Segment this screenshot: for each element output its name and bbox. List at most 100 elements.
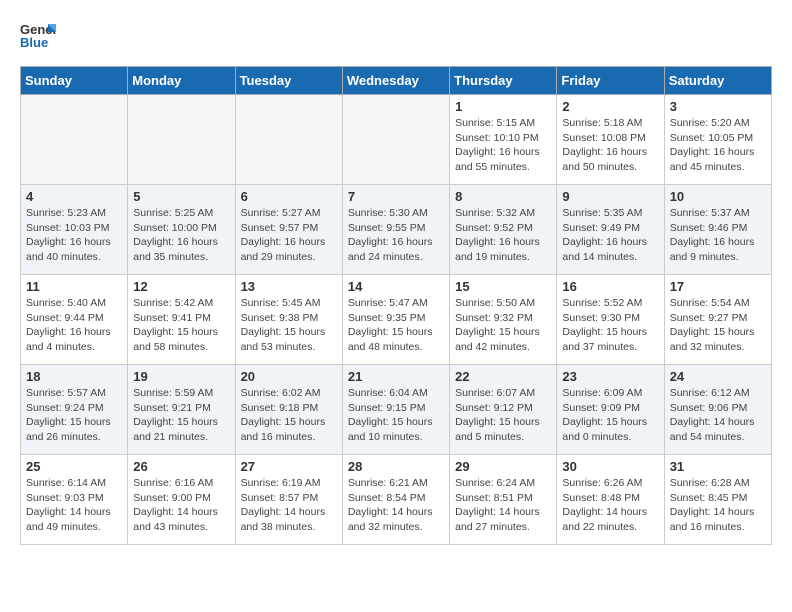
calendar-cell <box>128 95 235 185</box>
calendar-cell: 21Sunrise: 6:04 AM Sunset: 9:15 PM Dayli… <box>342 365 449 455</box>
day-info: Sunrise: 5:42 AM Sunset: 9:41 PM Dayligh… <box>133 296 229 355</box>
week-row-5: 25 Sunrise: 6:14 AM Sunset: 9:03 PM Dayli… <box>21 455 772 545</box>
day-info: Sunrise: 6:02 AM Sunset: 9:18 PM Dayligh… <box>241 386 337 445</box>
day-number: 14 <box>348 279 444 294</box>
calendar-cell: 28 Sunrise: 6:21 AM Sunset: 8:54 PM Dayli… <box>342 455 449 545</box>
weekday-header-saturday: Saturday <box>664 67 771 95</box>
calendar-cell: 2 Sunrise: 5:18 AM Sunset: 10:08 PM Dayli… <box>557 95 664 185</box>
day-number: 2 <box>562 99 658 114</box>
day-info: Sunrise: 5:50 AM Sunset: 9:32 PM Dayligh… <box>455 296 551 355</box>
day-number: 8 <box>455 189 551 204</box>
calendar-cell: 6 Sunrise: 5:27 AM Sunset: 9:57 PM Daylig… <box>235 185 342 275</box>
day-info: Sunrise: 6:26 AM Sunset: 8:48 PM Dayligh… <box>562 476 658 535</box>
day-number: 3 <box>670 99 766 114</box>
day-info: Sunrise: 5:15 AM Sunset: 10:10 PM Daylig… <box>455 116 551 175</box>
day-number: 23 <box>562 369 658 384</box>
calendar-cell: 5 Sunrise: 5:25 AM Sunset: 10:00 PM Dayli… <box>128 185 235 275</box>
day-number: 19 <box>133 369 229 384</box>
logo-icon: General Blue <box>20 20 56 50</box>
svg-text:Blue: Blue <box>20 35 48 50</box>
calendar-cell: 29 Sunrise: 6:24 AM Sunset: 8:51 PM Dayli… <box>450 455 557 545</box>
day-info: Sunrise: 5:37 AM Sunset: 9:46 PM Dayligh… <box>670 206 766 265</box>
day-info: Sunrise: 5:45 AM Sunset: 9:38 PM Dayligh… <box>241 296 337 355</box>
day-number: 9 <box>562 189 658 204</box>
week-row-4: 18 Sunrise: 5:57 AM Sunset: 9:24 PM Dayli… <box>21 365 772 455</box>
calendar-cell: 24Sunrise: 6:12 AM Sunset: 9:06 PM Dayli… <box>664 365 771 455</box>
weekday-header-monday: Monday <box>128 67 235 95</box>
day-info: Sunrise: 5:40 AM Sunset: 9:44 PM Dayligh… <box>26 296 122 355</box>
day-info: Sunrise: 5:23 AM Sunset: 10:03 PM Daylig… <box>26 206 122 265</box>
calendar-cell <box>342 95 449 185</box>
calendar-cell: 14 Sunrise: 5:47 AM Sunset: 9:35 PM Dayli… <box>342 275 449 365</box>
day-info: Sunrise: 5:30 AM Sunset: 9:55 PM Dayligh… <box>348 206 444 265</box>
day-number: 28 <box>348 459 444 474</box>
week-row-3: 11 Sunrise: 5:40 AM Sunset: 9:44 PM Dayli… <box>21 275 772 365</box>
calendar-cell: 27Sunrise: 6:19 AM Sunset: 8:57 PM Dayli… <box>235 455 342 545</box>
calendar-cell: 15 Sunrise: 5:50 AM Sunset: 9:32 PM Dayli… <box>450 275 557 365</box>
day-info: Sunrise: 6:16 AM Sunset: 9:00 PM Dayligh… <box>133 476 229 535</box>
day-number: 7 <box>348 189 444 204</box>
calendar-cell: 20 Sunrise: 6:02 AM Sunset: 9:18 PM Dayli… <box>235 365 342 455</box>
day-info: Sunrise: 6:14 AM Sunset: 9:03 PM Dayligh… <box>26 476 122 535</box>
day-number: 18 <box>26 369 122 384</box>
day-number: 26 <box>133 459 229 474</box>
day-number: 29 <box>455 459 551 474</box>
day-info: Sunrise: 5:18 AM Sunset: 10:08 PM Daylig… <box>562 116 658 175</box>
day-number: 6 <box>241 189 337 204</box>
day-number: 13 <box>241 279 337 294</box>
calendar-cell: 31 Sunrise: 6:28 AM Sunset: 8:45 PM Dayli… <box>664 455 771 545</box>
day-number: 4 <box>26 189 122 204</box>
calendar-cell: 12 Sunrise: 5:42 AM Sunset: 9:41 PM Dayli… <box>128 275 235 365</box>
day-info: Sunrise: 6:24 AM Sunset: 8:51 PM Dayligh… <box>455 476 551 535</box>
page-header: General Blue <box>20 20 772 50</box>
week-row-2: 4 Sunrise: 5:23 AM Sunset: 10:03 PM Dayli… <box>21 185 772 275</box>
calendar-cell <box>21 95 128 185</box>
day-number: 12 <box>133 279 229 294</box>
day-info: Sunrise: 5:35 AM Sunset: 9:49 PM Dayligh… <box>562 206 658 265</box>
day-info: Sunrise: 6:12 AM Sunset: 9:06 PM Dayligh… <box>670 386 766 445</box>
calendar-cell: 1Sunrise: 5:15 AM Sunset: 10:10 PM Dayli… <box>450 95 557 185</box>
day-info: Sunrise: 5:54 AM Sunset: 9:27 PM Dayligh… <box>670 296 766 355</box>
calendar-cell: 25 Sunrise: 6:14 AM Sunset: 9:03 PM Dayli… <box>21 455 128 545</box>
calendar-cell: 26 Sunrise: 6:16 AM Sunset: 9:00 PM Dayli… <box>128 455 235 545</box>
day-info: Sunrise: 6:21 AM Sunset: 8:54 PM Dayligh… <box>348 476 444 535</box>
calendar-cell: 3Sunrise: 5:20 AM Sunset: 10:05 PM Dayli… <box>664 95 771 185</box>
calendar-cell: 18 Sunrise: 5:57 AM Sunset: 9:24 PM Dayli… <box>21 365 128 455</box>
calendar-cell: 4 Sunrise: 5:23 AM Sunset: 10:03 PM Dayli… <box>21 185 128 275</box>
calendar-cell: 30Sunrise: 6:26 AM Sunset: 8:48 PM Dayli… <box>557 455 664 545</box>
weekday-header-thursday: Thursday <box>450 67 557 95</box>
calendar-table: SundayMondayTuesdayWednesdayThursdayFrid… <box>20 66 772 545</box>
weekday-header-sunday: Sunday <box>21 67 128 95</box>
day-number: 22 <box>455 369 551 384</box>
calendar-cell: 9 Sunrise: 5:35 AM Sunset: 9:49 PM Daylig… <box>557 185 664 275</box>
week-row-1: 1Sunrise: 5:15 AM Sunset: 10:10 PM Dayli… <box>21 95 772 185</box>
calendar-cell: 19 Sunrise: 5:59 AM Sunset: 9:21 PM Dayli… <box>128 365 235 455</box>
day-info: Sunrise: 6:28 AM Sunset: 8:45 PM Dayligh… <box>670 476 766 535</box>
day-number: 16 <box>562 279 658 294</box>
calendar-cell: 10 Sunrise: 5:37 AM Sunset: 9:46 PM Dayli… <box>664 185 771 275</box>
day-info: Sunrise: 5:59 AM Sunset: 9:21 PM Dayligh… <box>133 386 229 445</box>
calendar-cell: 13 Sunrise: 5:45 AM Sunset: 9:38 PM Dayli… <box>235 275 342 365</box>
day-info: Sunrise: 5:32 AM Sunset: 9:52 PM Dayligh… <box>455 206 551 265</box>
calendar-cell: 11 Sunrise: 5:40 AM Sunset: 9:44 PM Dayli… <box>21 275 128 365</box>
weekday-header-tuesday: Tuesday <box>235 67 342 95</box>
day-info: Sunrise: 5:57 AM Sunset: 9:24 PM Dayligh… <box>26 386 122 445</box>
day-number: 11 <box>26 279 122 294</box>
day-info: Sunrise: 5:25 AM Sunset: 10:00 PM Daylig… <box>133 206 229 265</box>
day-number: 21 <box>348 369 444 384</box>
day-info: Sunrise: 5:47 AM Sunset: 9:35 PM Dayligh… <box>348 296 444 355</box>
day-number: 20 <box>241 369 337 384</box>
day-info: Sunrise: 5:27 AM Sunset: 9:57 PM Dayligh… <box>241 206 337 265</box>
day-number: 15 <box>455 279 551 294</box>
day-number: 25 <box>26 459 122 474</box>
calendar-cell: 16Sunrise: 5:52 AM Sunset: 9:30 PM Dayli… <box>557 275 664 365</box>
calendar-cell: 7 Sunrise: 5:30 AM Sunset: 9:55 PM Daylig… <box>342 185 449 275</box>
calendar-cell: 22Sunrise: 6:07 AM Sunset: 9:12 PM Dayli… <box>450 365 557 455</box>
day-number: 17 <box>670 279 766 294</box>
day-number: 10 <box>670 189 766 204</box>
day-number: 31 <box>670 459 766 474</box>
day-info: Sunrise: 6:09 AM Sunset: 9:09 PM Dayligh… <box>562 386 658 445</box>
day-number: 5 <box>133 189 229 204</box>
day-number: 27 <box>241 459 337 474</box>
calendar-cell: 23 Sunrise: 6:09 AM Sunset: 9:09 PM Dayli… <box>557 365 664 455</box>
